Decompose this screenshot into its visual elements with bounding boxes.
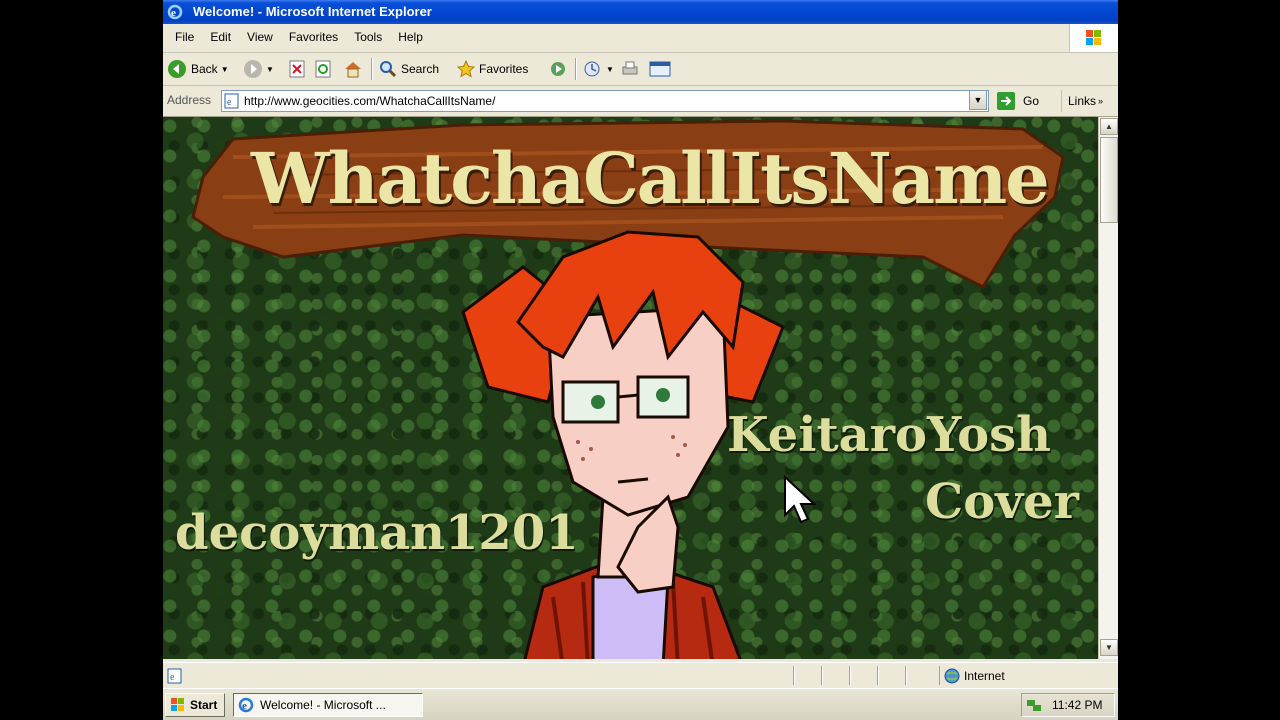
toolbar-separator xyxy=(371,58,372,80)
stop-icon xyxy=(289,60,305,78)
network-icon[interactable] xyxy=(1026,697,1042,713)
standard-toolbar: Back ▼ ▼ Search Favorites ▼ xyxy=(163,53,1118,86)
history-dropdown-icon: ▼ xyxy=(606,64,614,74)
address-input[interactable]: e http://www.geocities.com/WhatchaCallIt… xyxy=(221,90,989,112)
status-bar: e Internet xyxy=(163,662,1118,688)
system-tray: 11:42 PM xyxy=(1021,693,1115,717)
status-cell xyxy=(793,666,822,685)
menu-bar: File Edit View Favorites Tools Help xyxy=(163,24,1118,53)
menu-favorites[interactable]: Favorites xyxy=(281,30,346,44)
media-button[interactable] xyxy=(549,58,567,80)
page-content: WhatchaCallItsName KeitaroYosh Cover dec… xyxy=(163,117,1098,659)
media-icon xyxy=(551,62,565,76)
ie-logo-icon: e xyxy=(167,4,183,20)
refresh-icon xyxy=(315,60,331,78)
svg-text:e: e xyxy=(170,672,175,683)
address-dropdown-icon[interactable]: ▼ xyxy=(969,90,987,110)
windows-flag-icon xyxy=(171,698,184,711)
vertical-scrollbar[interactable]: ▲ ▼ xyxy=(1098,117,1118,659)
print-button[interactable] xyxy=(621,58,639,80)
start-button[interactable]: Start xyxy=(165,693,225,717)
window-title: Welcome! - Microsoft Internet Explorer xyxy=(193,4,432,19)
home-button[interactable] xyxy=(343,58,363,80)
search-icon xyxy=(380,61,397,78)
favorites-star-icon xyxy=(457,60,475,78)
taskbar: Start e Welcome! - Microsoft ... 11:42 P… xyxy=(163,688,1118,720)
address-url: http://www.geocities.com/WhatchaCallItsN… xyxy=(244,94,496,108)
home-icon xyxy=(345,62,361,78)
chevron-right-icon: » xyxy=(1098,96,1104,106)
credit-cover: Cover xyxy=(925,474,1079,530)
refresh-button[interactable] xyxy=(315,58,331,80)
go-button[interactable]: Go xyxy=(997,90,1039,112)
status-cell xyxy=(877,666,906,685)
menu-help[interactable]: Help xyxy=(390,30,431,44)
toolbar-separator xyxy=(575,58,576,80)
forward-button[interactable]: ▼ xyxy=(243,58,274,80)
back-dropdown-icon: ▼ xyxy=(220,64,229,74)
back-arrow-icon xyxy=(168,60,186,78)
clock[interactable]: 11:42 PM xyxy=(1052,698,1102,712)
menu-tools[interactable]: Tools xyxy=(346,30,390,44)
svg-text:e: e xyxy=(171,7,176,19)
search-button[interactable]: Search xyxy=(379,58,439,80)
links-button[interactable]: Links » xyxy=(1061,90,1103,112)
mouse-cursor-icon xyxy=(784,475,817,524)
status-cell xyxy=(905,666,940,685)
menu-file[interactable]: File xyxy=(167,30,202,44)
history-icon xyxy=(584,61,600,77)
scrollbar-thumb[interactable] xyxy=(1100,137,1118,223)
internet-globe-icon xyxy=(944,668,960,683)
credit-artist: KeitaroYosh xyxy=(727,407,1052,463)
svg-text:e: e xyxy=(242,700,247,712)
ie-window: e Welcome! - Microsoft Internet Explorer… xyxy=(163,0,1118,720)
back-button[interactable]: Back ▼ xyxy=(167,58,229,80)
favorites-button[interactable]: Favorites xyxy=(457,58,528,80)
forward-dropdown-icon: ▼ xyxy=(266,64,274,74)
page-status-icon: e xyxy=(167,668,182,684)
svg-text:e: e xyxy=(227,97,232,108)
address-bar: Address e http://www.geocities.com/Whatc… xyxy=(163,86,1118,117)
ie-logo-icon: e xyxy=(238,697,254,713)
credit-author: decoyman1201 xyxy=(175,505,579,561)
security-zone: Internet xyxy=(939,666,1118,685)
taskbar-item-ie[interactable]: e Welcome! - Microsoft ... xyxy=(233,693,423,717)
menu-edit[interactable]: Edit xyxy=(202,30,239,44)
windows-logo-icon xyxy=(1069,24,1118,52)
stop-button[interactable] xyxy=(289,58,305,80)
history-button[interactable]: ▼ xyxy=(583,58,614,80)
title-bar[interactable]: e Welcome! - Microsoft Internet Explorer xyxy=(163,0,1118,24)
scroll-up-icon[interactable]: ▲ xyxy=(1100,118,1118,135)
page-icon: e xyxy=(224,93,239,109)
go-arrow-icon xyxy=(997,92,1015,110)
edit-page-icon xyxy=(649,61,671,77)
edit-page-button[interactable] xyxy=(649,58,671,80)
menu-view[interactable]: View xyxy=(239,30,281,44)
print-icon xyxy=(622,61,638,75)
status-cell xyxy=(821,666,850,685)
address-label: Address xyxy=(167,93,212,107)
status-cell xyxy=(849,666,878,685)
forward-arrow-icon xyxy=(244,60,262,78)
scroll-down-icon[interactable]: ▼ xyxy=(1100,639,1118,656)
